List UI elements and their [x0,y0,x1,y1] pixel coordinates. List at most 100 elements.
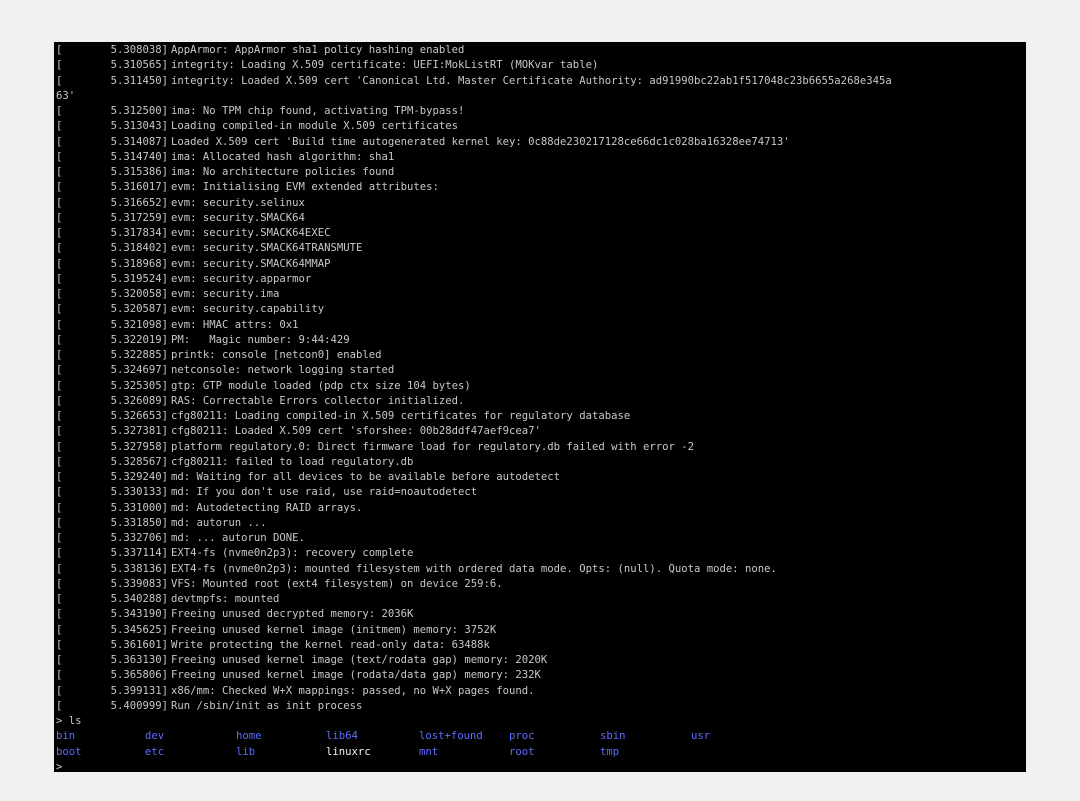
log-message: md: ... autorun DONE. [171,532,305,544]
log-timestamp: 5.317259] [110,211,168,224]
log-line: [5.321098] evm: HMAC attrs: 0x1 [54,318,1026,333]
log-timestamp: 5.331000] [110,501,168,514]
log-timestamp: 5.316652] [110,196,168,209]
log-line: [5.365806] Freeing unused kernel image (r… [54,668,1026,683]
log-line: [5.328567] cfg80211: failed to load regul… [54,455,1026,470]
log-bracket: [ [56,684,63,697]
ls-entry: sbin [600,730,626,743]
log-timestamp: 5.320058] [110,288,168,300]
ls-entry: lib [236,745,256,758]
ls-entry: bin [56,730,76,743]
log-bracket: [ [56,227,63,239]
log-bracket: [ [56,471,63,483]
command-text: > ls [56,715,82,727]
log-message: md: If you don't use raid, use raid=noau… [171,486,478,499]
log-line: [5.339083] VFS: Mounted root (ext4 filesy… [54,577,1026,592]
log-line: [5.314740] ima: Allocated hash algorithm:… [54,150,1026,165]
log-timestamp: 5.361601] [110,638,168,651]
log-timestamp: 5.365806] [110,669,168,682]
log-line: [5.313043] Loading compiled-in module X.5… [54,119,1026,134]
log-bracket: [ [56,379,63,392]
log-line: [5.320587] evm: security.capability [54,302,1026,317]
log-bracket: [ [56,196,63,209]
prompt-symbol: > [56,760,63,772]
log-bracket: [ [56,74,63,87]
log-bracket: [ [56,440,63,453]
log-message: evm: security.SMACK64TRANSMUTE [171,242,363,255]
log-bracket: [ [56,501,63,514]
ls-entry: tmp [600,745,620,758]
log-bracket: [ [56,242,63,255]
log-line: [5.327958] platform regulatory.0: Direct … [54,440,1026,455]
log-timestamp: 5.324697] [110,364,168,377]
log-bracket: [ [56,181,63,194]
log-message: evm: security.capability [171,303,325,316]
log-bracket: [ [56,547,63,560]
terminal-console[interactable]: [5.308038] AppArmor: AppArmor sha1 policy… [54,42,1026,772]
log-bracket: [ [56,394,63,407]
log-timestamp: 5.332706] [110,532,168,544]
log-line: [5.320058] evm: security.ima [54,287,1026,302]
log-line: [5.319524] evm: security.apparmor [54,272,1026,287]
log-timestamp: 5.313043] [110,120,168,133]
log-timestamp: 5.314087] [110,135,168,148]
log-timestamp: 5.328567] [110,455,168,468]
prompt-line[interactable]: > [54,760,1026,772]
log-line: [5.316652] evm: security.selinux [54,196,1026,211]
log-line: [5.363130] Freeing unused kernel image (t… [54,653,1026,668]
log-line: [5.330133] md: If you don't use raid, use… [54,485,1026,500]
log-message: EXT4-fs (nvme0n2p3): recovery complete [171,547,414,560]
log-message: evm: security.ima [171,288,280,300]
log-bracket: [ [56,425,63,438]
log-bracket: [ [56,364,63,377]
ls-output: bin dev home lib64 lost+found proc sbin usr boot… [54,729,1026,760]
ls-entry: boot [56,745,82,758]
log-timestamp: 5.315386] [110,166,168,178]
command-line: > ls [54,714,1026,729]
log-line: 63' [54,89,1026,104]
log-line: [5.345625] Freeing unused kernel image (i… [54,623,1026,638]
log-message: evm: security.selinux [171,196,305,209]
log-timestamp: 5.318968] [110,257,168,270]
log-timestamp: 5.337114] [110,547,168,560]
log-line: [5.399131] x86/mm: Checked W+X mappings: … [54,684,1026,699]
log-timestamp: 5.318402] [110,242,168,255]
log-line: [5.308038] AppArmor: AppArmor sha1 policy… [54,43,1026,58]
ls-entry: usr [691,730,711,743]
ls-entry: lost+found [419,730,483,743]
log-timestamp: 5.329240] [110,471,168,483]
log-message: Freeing unused kernel image (initmem) me… [171,623,497,636]
log-bracket: [ [56,623,63,636]
log-line: [5.322885] printk: console [netcon0] enab… [54,348,1026,363]
log-message: AppArmor: AppArmor sha1 policy hashing e… [171,44,465,56]
log-timestamp: 5.320587] [110,303,168,316]
log-message: md: Waiting for all devices to be availa… [171,471,561,483]
log-line: [5.325305] gtp: GTP module loaded (pdp ct… [54,379,1026,394]
log-bracket: [ [56,318,63,331]
log-timestamp: 5.322885] [110,349,168,361]
log-timestamp: 5.363130] [110,654,168,666]
log-line: [5.317259] evm: security.SMACK64 [54,211,1026,226]
log-message: devtmpfs: mounted [171,593,280,605]
log-bracket: [ [56,105,63,117]
ls-entry: mnt [419,745,439,758]
log-message: evm: security.apparmor [171,272,312,285]
log-bracket: [ [56,349,63,361]
log-wrap-text: 63' [56,89,76,102]
log-bracket: [ [56,654,63,666]
log-bracket: [ [56,608,63,621]
log-timestamp: 5.319524] [110,272,168,285]
log-line: [5.361601] Write protecting the kernel re… [54,638,1026,653]
log-timestamp: 5.326653] [110,410,168,422]
log-message: md: autorun ... [171,516,267,529]
ls-row: boot etc lib linuxrc mnt root tmp [54,745,1026,760]
ls-entry: home [236,730,262,743]
log-timestamp: 5.339083] [110,577,168,590]
log-message: cfg80211: Loaded X.509 cert 'sforshee: 0… [171,425,541,438]
log-line: [5.314087] Loaded X.509 cert 'Build time … [54,135,1026,150]
log-bracket: [ [56,669,63,682]
log-message: integrity: Loading X.509 certificate: UE… [171,59,599,72]
log-bracket: [ [56,257,63,270]
ls-entry: dev [145,730,165,743]
log-line: [5.338136] EXT4-fs (nvme0n2p3): mounted f… [54,562,1026,577]
